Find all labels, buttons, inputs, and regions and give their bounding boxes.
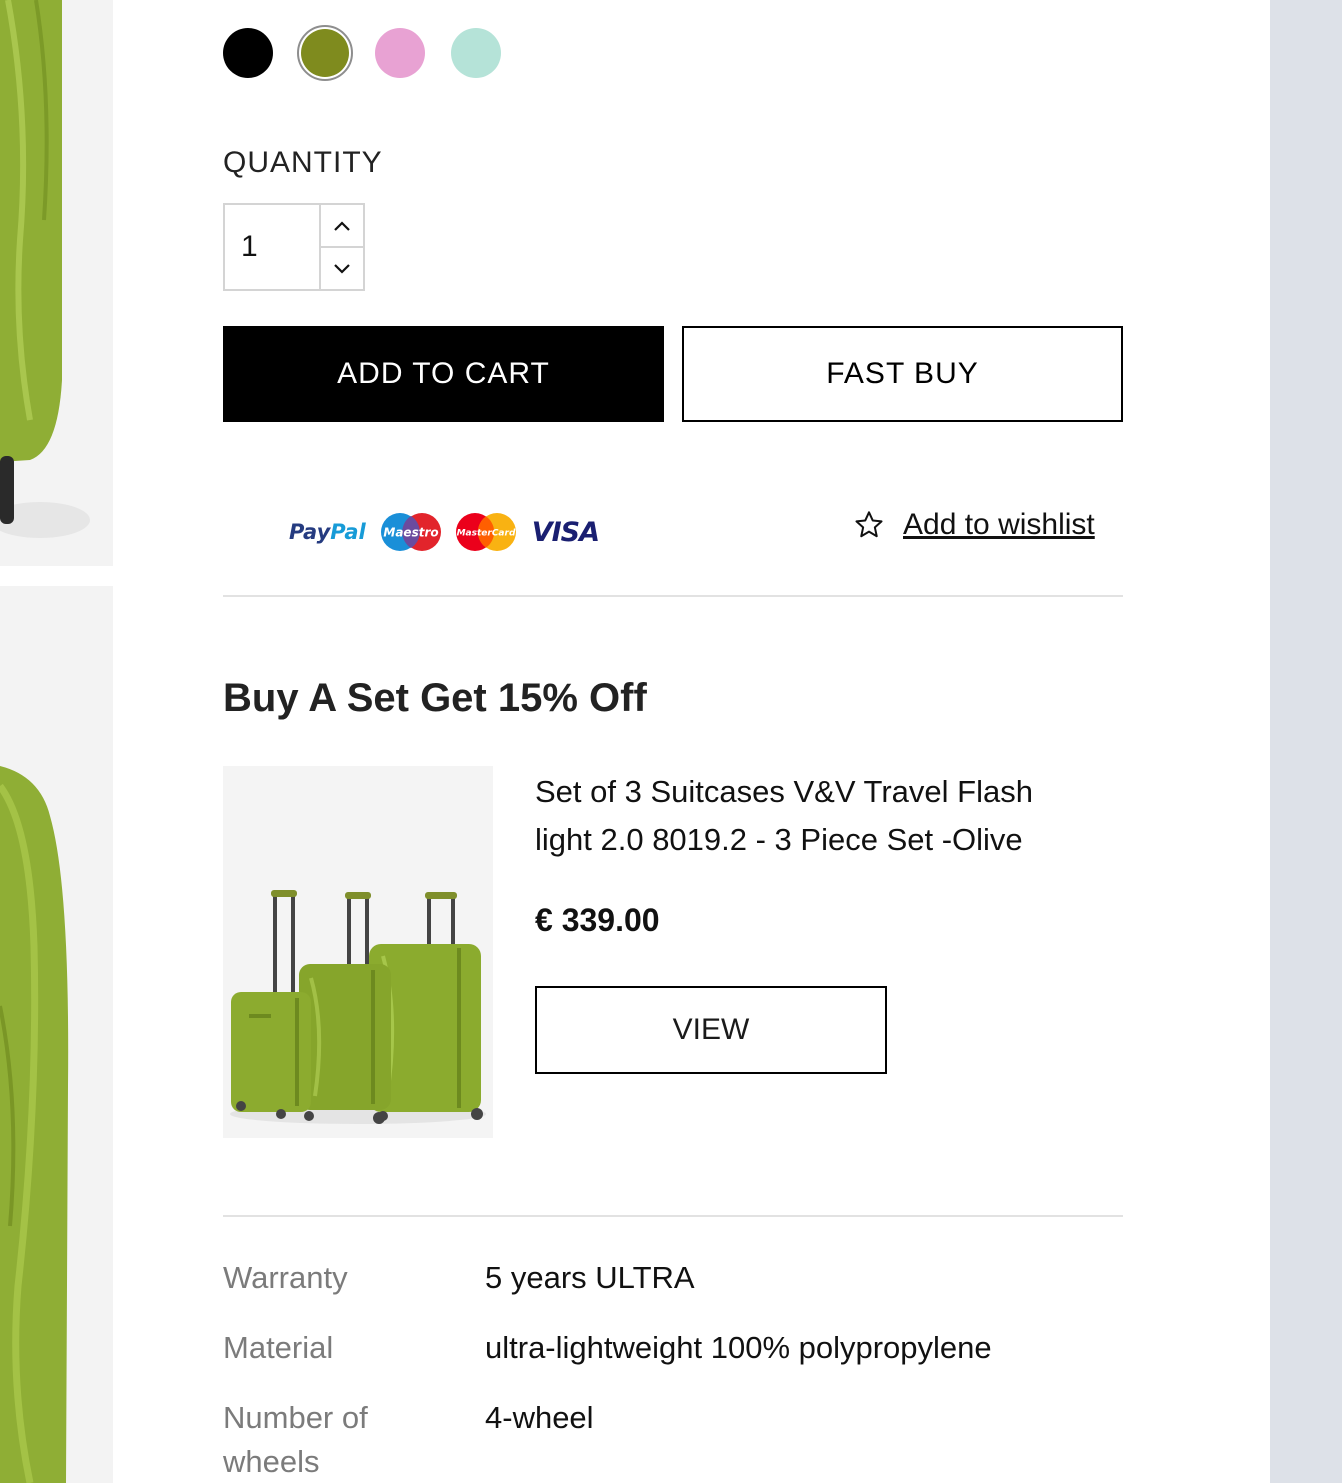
quantity-increase-button[interactable] xyxy=(321,205,363,248)
mastercard-logo: MasterCard xyxy=(455,513,516,551)
bundle-price: € 339.00 xyxy=(535,902,660,938)
spec-key: Number of wheels xyxy=(223,1400,368,1479)
wishlist-label: Add to wishlist xyxy=(903,508,1095,541)
mastercard-text: MasterCard xyxy=(456,529,515,539)
spec-row: Number of wheels 4-wheel xyxy=(223,1396,1123,1483)
payment-methods: PayPal Maestro MasterCard VISA xyxy=(289,508,600,556)
color-swatches xyxy=(223,25,527,84)
maestro-logo: Maestro xyxy=(380,513,441,551)
spec-row: Material ultra-lightweight 100% polyprop… xyxy=(223,1326,1123,1370)
swatch-mint[interactable] xyxy=(451,28,501,78)
quantity-stepper xyxy=(223,203,365,291)
bundle-product-image[interactable] xyxy=(223,766,493,1138)
suitcase-image xyxy=(0,766,69,1483)
paypal-logo: PayPal xyxy=(289,520,366,544)
paypal-pal-text: Pal xyxy=(330,520,366,544)
chevron-down-icon xyxy=(334,263,350,274)
add-to-wishlist-link[interactable]: Add to wishlist xyxy=(853,508,1095,542)
maestro-text: Maestro xyxy=(383,526,438,540)
swatch-black[interactable] xyxy=(223,28,273,78)
swatch-olive[interactable] xyxy=(297,25,353,81)
spec-value: ultra-lightweight 100% polypropylene xyxy=(485,1330,992,1365)
fast-buy-button[interactable]: FAST BUY xyxy=(682,326,1123,422)
spec-key: Material xyxy=(223,1330,334,1365)
spec-value: 4-wheel xyxy=(485,1400,594,1435)
divider xyxy=(223,595,1123,597)
divider xyxy=(223,1215,1123,1217)
spec-row: Warranty 5 years ULTRA xyxy=(223,1256,1123,1300)
add-to-cart-button[interactable]: ADD TO CART xyxy=(223,326,664,422)
bundle-product-name: Set of 3 Suitcases V&V Travel Flash ligh… xyxy=(535,774,1033,857)
bundle-offer-title: Buy A Set Get 15% Off xyxy=(223,676,647,720)
product-gallery xyxy=(0,0,113,1483)
quantity-decrease-button[interactable] xyxy=(321,248,363,289)
right-scroll-area xyxy=(1270,0,1342,1483)
spec-key: Warranty xyxy=(223,1260,348,1295)
quantity-label: QUANTITY xyxy=(223,146,383,179)
swatch-pink[interactable] xyxy=(375,28,425,78)
suitcase-image xyxy=(0,0,90,538)
paypal-pay-text: Pay xyxy=(289,520,331,544)
gallery-image-2[interactable] xyxy=(0,586,113,1483)
spec-value: 5 years ULTRA xyxy=(485,1260,695,1295)
visa-logo: VISA xyxy=(531,516,600,548)
star-outline-icon xyxy=(855,511,883,538)
suitcase-set-image xyxy=(230,890,486,1124)
chevron-up-icon xyxy=(334,220,350,231)
quantity-step-buttons xyxy=(319,205,363,289)
gallery-image-1[interactable] xyxy=(0,0,113,566)
quantity-input[interactable] xyxy=(225,205,319,289)
specs-table: Warranty 5 years ULTRA Material ultra-li… xyxy=(223,1256,1123,1483)
view-bundle-button[interactable]: VIEW xyxy=(535,986,887,1074)
